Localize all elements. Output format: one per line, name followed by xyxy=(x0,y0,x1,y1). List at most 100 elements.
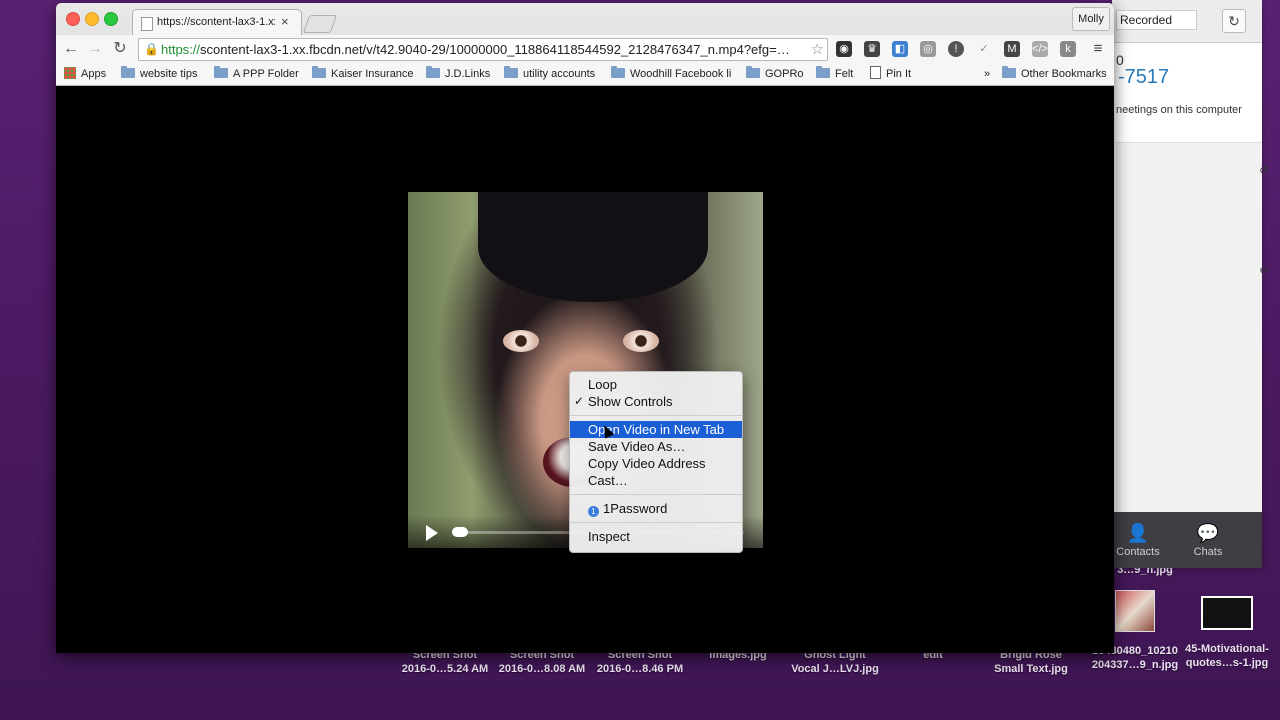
desktop-file-name-line2: Small Text.jpg xyxy=(994,663,1068,675)
video-frame-detail xyxy=(623,330,659,352)
tab-contacts-label: Contacts xyxy=(1116,546,1160,558)
bookmarks-bar: Apps website tips A PPP Folder Kaiser In… xyxy=(56,63,1114,85)
profile-button[interactable]: Molly xyxy=(1072,7,1110,31)
page-icon xyxy=(870,66,881,79)
edge-text: df xyxy=(1260,165,1269,176)
bookmark-folder[interactable]: utility accounts xyxy=(504,66,595,82)
bookmark-label: website tips xyxy=(140,68,198,80)
record-extension-icon[interactable]: ◎ xyxy=(920,41,936,57)
folder-icon xyxy=(611,66,625,78)
bookmark-star-icon[interactable]: ☆ xyxy=(811,40,824,58)
image-thumbnail xyxy=(1115,590,1155,632)
bookmark-label: GOPRo xyxy=(765,68,804,80)
crown-extension-icon[interactable]: ♛ xyxy=(864,41,880,57)
checkmark-icon: ✓ xyxy=(574,394,585,408)
desktop-file-name-line2: 204337…9_n.jpg xyxy=(1091,659,1179,671)
close-window-button[interactable] xyxy=(66,12,80,26)
owl-extension-icon[interactable]: ◉ xyxy=(836,41,852,57)
check-extension-icon[interactable]: ✓ xyxy=(976,41,992,57)
folder-icon xyxy=(426,66,440,78)
tab-chats[interactable]: 💬 Chats xyxy=(1178,522,1238,558)
desktop-file-name-line2: Vocal J…LVJ.jpg xyxy=(791,663,879,675)
bookmark-page[interactable]: Pin It xyxy=(870,66,911,82)
video-frame-detail xyxy=(478,192,708,302)
menu-item-label: Copy Video Address xyxy=(588,456,706,471)
meeting-app-window: Recorded ↻ 0 -7517 neetings on this comp… xyxy=(1112,0,1269,568)
forward-arrow-icon[interactable]: → xyxy=(84,39,106,59)
menu-item-cast[interactable]: Cast… xyxy=(570,472,742,489)
browser-window: https://scontent-lax3-1.xx.fbcdn.net/v/t… xyxy=(56,3,1114,653)
menu-item-label: Save Video As… xyxy=(588,439,686,454)
folder-icon xyxy=(214,66,228,78)
meeting-app-tabbar: 👤 Contacts 💬 Chats xyxy=(1112,512,1262,568)
bookmark-label: Woodhill Facebook li xyxy=(630,68,732,80)
menu-item-1password[interactable]: 1 1Password xyxy=(570,500,742,517)
bookmark-folder[interactable]: website tips xyxy=(121,66,197,82)
onepassword-icon: 1 xyxy=(588,506,599,517)
bookmark-other[interactable]: Other Bookmarks xyxy=(1002,66,1107,82)
desktop-file[interactable]: 45-Motivational- quotes…s-1.jpg xyxy=(1177,596,1277,670)
menu-item-label: Loop xyxy=(588,377,617,392)
play-icon[interactable] xyxy=(426,525,438,541)
onepassword-extension-icon[interactable]: ! xyxy=(948,41,964,57)
m-extension-icon[interactable]: M xyxy=(1004,41,1020,57)
desktop-file-name-line2: 2016-0…5.24 AM xyxy=(401,663,489,675)
bookmark-folder[interactable]: A PPP Folder xyxy=(214,66,299,82)
menu-item-label: Inspect xyxy=(588,529,630,544)
menu-item-loop[interactable]: Loop xyxy=(570,376,742,393)
context-menu: Loop ✓ Show Controls Open Video in New Ta… xyxy=(569,371,743,553)
menu-separator xyxy=(570,494,742,495)
bookmark-apps[interactable]: Apps xyxy=(64,66,106,82)
menu-item-inspect[interactable]: Inspect xyxy=(570,528,742,545)
bookmark-folder[interactable]: Woodhill Facebook li xyxy=(611,66,731,82)
bookmark-folder[interactable]: J.D.Links xyxy=(426,66,490,82)
menu-item-label: 1Password xyxy=(603,501,668,516)
folder-icon xyxy=(121,66,135,78)
desktop-file-name-line2: quotes…s-1.jpg xyxy=(1185,657,1269,669)
menu-item-label: Cast… xyxy=(588,473,628,488)
menu-separator xyxy=(570,415,742,416)
seek-handle[interactable] xyxy=(452,527,468,537)
meeting-text: neetings on this computer xyxy=(1116,104,1242,116)
menu-item-show-controls[interactable]: ✓ Show Controls xyxy=(570,393,742,410)
new-tab-button[interactable] xyxy=(302,15,338,33)
refresh-icon: ↻ xyxy=(1228,13,1240,29)
tab-close-icon[interactable]: × xyxy=(281,14,289,29)
menu-item-copy-video-address[interactable]: Copy Video Address xyxy=(570,455,742,472)
tab-contacts[interactable]: 👤 Contacts xyxy=(1108,522,1168,558)
minimize-window-button[interactable] xyxy=(85,12,99,26)
bookmark-folder[interactable]: GOPRo xyxy=(746,66,804,82)
browser-chrome: https://scontent-lax3-1.xx.fbcdn.net/v/t… xyxy=(56,3,1114,86)
tab-video[interactable]: https://scontent-lax3-1.xx.fbcdn.net/v/t… xyxy=(132,9,302,36)
reload-icon[interactable]: ↻ xyxy=(109,39,131,59)
contacts-icon: 👤 xyxy=(1126,523,1150,543)
menu-item-label: Show Controls xyxy=(588,394,673,409)
bookmark-folder[interactable]: Felt xyxy=(816,66,853,82)
menu-icon[interactable]: ≡ xyxy=(1090,41,1106,57)
bookmark-label: Kaiser Insurance xyxy=(331,68,414,80)
tab-title: https://scontent-lax3-1.xx.fbcdn.net/v/t… xyxy=(157,16,275,28)
meeting-list-area xyxy=(1116,142,1262,513)
lock-icon: 🔒 xyxy=(144,42,159,56)
back-arrow-icon[interactable]: ← xyxy=(60,39,82,59)
tag-extension-icon[interactable]: ◧ xyxy=(892,41,908,57)
zoom-window-button[interactable] xyxy=(104,12,118,26)
apps-grid-icon xyxy=(64,67,76,79)
bookmark-label: utility accounts xyxy=(523,68,596,80)
code-extension-icon[interactable]: </> xyxy=(1032,41,1048,57)
menu-item-open-video-new-tab[interactable]: Open Video in New Tab xyxy=(570,421,742,438)
bookmark-folder[interactable]: Kaiser Insurance xyxy=(312,66,414,82)
desktop-file-name-line2: 2016-0…8.08 AM xyxy=(498,663,586,675)
menu-item-save-video[interactable]: Save Video As… xyxy=(570,438,742,455)
refresh-button[interactable]: ↻ xyxy=(1222,9,1246,33)
bookmarks-overflow-button[interactable]: » xyxy=(984,66,990,82)
image-thumbnail xyxy=(1201,596,1253,630)
recorded-field[interactable]: Recorded xyxy=(1116,10,1197,30)
address-bar[interactable]: 🔒 https://scontent-lax3-1.xx.fbcdn.net/v… xyxy=(138,38,828,61)
browser-toolbar: ← → ↻ 🔒 https://scontent-lax3-1.xx.fbcdn… xyxy=(56,35,1114,63)
bookmark-label: J.D.Links xyxy=(445,68,491,80)
meeting-app-toolbar: Recorded ↻ xyxy=(1112,0,1262,43)
folder-icon xyxy=(504,66,518,78)
tab-chats-label: Chats xyxy=(1193,546,1223,558)
k-extension-icon[interactable]: k xyxy=(1060,41,1076,57)
